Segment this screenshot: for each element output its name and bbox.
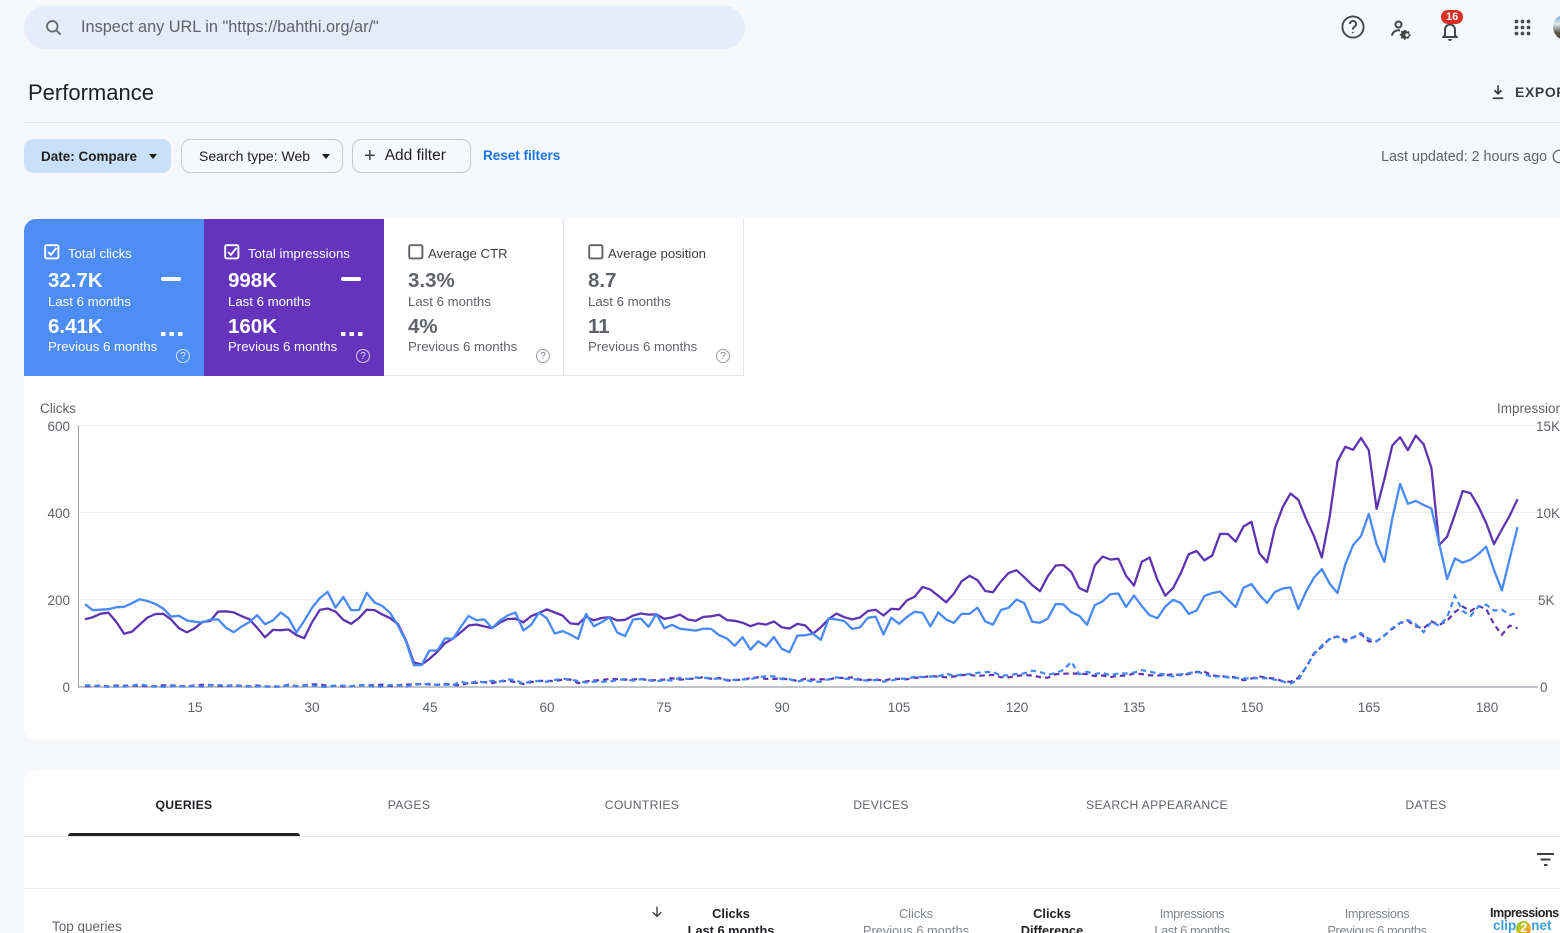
svg-text:10K: 10K — [1536, 506, 1560, 521]
svg-text:200: 200 — [47, 593, 70, 608]
svg-text:120: 120 — [1006, 700, 1029, 715]
svg-text:Impressions: Impressions — [1497, 401, 1560, 416]
svg-text:0: 0 — [62, 680, 70, 695]
svg-text:400: 400 — [47, 506, 70, 521]
svg-text:75: 75 — [656, 700, 671, 715]
svg-text:135: 135 — [1123, 700, 1146, 715]
svg-text:150: 150 — [1241, 700, 1264, 715]
svg-text:600: 600 — [47, 419, 70, 434]
svg-text:Clicks: Clicks — [40, 401, 76, 416]
svg-text:45: 45 — [422, 700, 437, 715]
svg-text:60: 60 — [539, 700, 554, 715]
svg-text:15K: 15K — [1536, 419, 1560, 434]
svg-text:165: 165 — [1358, 700, 1381, 715]
svg-text:180: 180 — [1476, 700, 1499, 715]
svg-text:5K: 5K — [1538, 593, 1555, 608]
svg-text:30: 30 — [304, 700, 319, 715]
svg-text:90: 90 — [774, 700, 789, 715]
svg-text:105: 105 — [888, 700, 911, 715]
svg-text:15: 15 — [187, 700, 202, 715]
svg-text:0: 0 — [1540, 680, 1548, 695]
